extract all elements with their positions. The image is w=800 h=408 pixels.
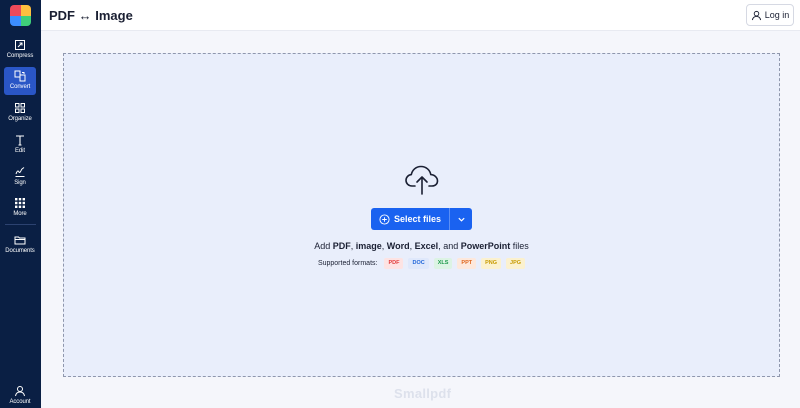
chevron-down-icon <box>457 217 465 222</box>
organize-icon <box>15 103 25 113</box>
supported-formats: Supported formats: PDF DOC XLS PPT PNG J… <box>64 258 779 269</box>
login-label: Log in <box>764 10 790 20</box>
format-badge-png: PNG <box>481 258 502 269</box>
sidebar: Compress Convert Organize Edit Sign More… <box>0 0 41 408</box>
format-badge-jpg: JPG <box>506 258 526 269</box>
edit-icon <box>16 135 24 146</box>
supported-formats-label: Supported formats: <box>317 260 378 267</box>
sidebar-item-more[interactable]: More <box>4 194 36 222</box>
account-icon <box>15 386 25 397</box>
sidebar-item-account[interactable]: Account <box>4 382 36 408</box>
format-badge-ppt: PPT <box>457 258 477 269</box>
sidebar-item-edit[interactable]: Edit <box>4 131 36 159</box>
sidebar-divider <box>5 224 36 225</box>
sidebar-item-label: Sign <box>14 180 26 186</box>
sidebar-item-label: Account <box>9 399 31 405</box>
convert-icon <box>14 70 26 82</box>
user-icon <box>751 10 761 20</box>
login-button[interactable]: Log in <box>746 4 794 26</box>
documents-icon <box>14 236 26 245</box>
plus-circle-icon <box>379 213 390 225</box>
sidebar-item-organize[interactable]: Organize <box>4 99 36 127</box>
cloud-upload-icon <box>405 165 439 195</box>
format-badge-xls: XLS <box>433 258 453 269</box>
sign-icon <box>15 167 25 177</box>
file-dropzone[interactable]: Select files Add PDF, image, Word, Excel… <box>63 53 780 377</box>
compress-icon <box>15 40 25 50</box>
add-files-hint: Add PDF, image, Word, Excel, and PowerPo… <box>314 241 529 251</box>
sidebar-item-label: Convert <box>9 84 31 90</box>
smallpdf-logo[interactable] <box>10 5 31 26</box>
sidebar-item-sign[interactable]: Sign <box>4 163 36 191</box>
brand-watermark: Smallpdf <box>394 386 452 401</box>
select-files-label: Select files <box>393 214 442 224</box>
sidebar-item-label: Organize <box>8 116 32 122</box>
sidebar-item-label: Documents <box>5 248 35 254</box>
sidebar-item-label: More <box>13 211 27 217</box>
format-badge-pdf: PDF <box>384 258 404 269</box>
select-files-group: Select files <box>371 208 472 230</box>
sidebar-item-label: Compress <box>6 53 34 59</box>
sidebar-item-documents[interactable]: Documents <box>4 231 36 259</box>
top-header: PDF ↔ Image Log in <box>41 0 800 31</box>
page-title: PDF ↔ Image <box>49 8 133 23</box>
select-files-button[interactable]: Select files <box>371 208 449 230</box>
format-badge-doc: DOC <box>408 258 429 269</box>
sidebar-item-label: Edit <box>15 148 25 154</box>
sidebar-item-compress[interactable]: Compress <box>4 36 36 64</box>
more-grid-icon <box>15 198 25 208</box>
sidebar-item-convert[interactable]: Convert <box>4 67 36 95</box>
select-source-dropdown[interactable] <box>449 208 472 230</box>
